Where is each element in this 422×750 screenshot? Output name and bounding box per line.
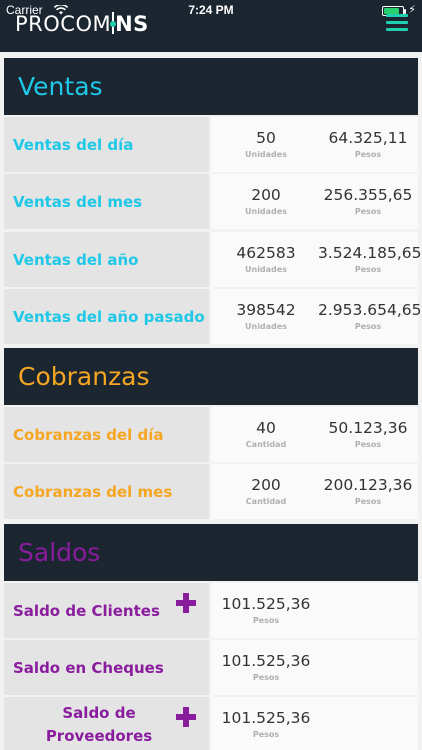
cobranzas-row-mes[interactable]: Cobranzas del mes 200 Cantidad 200.123,36… xyxy=(4,464,418,519)
row-label: Cobranzas del mes xyxy=(13,482,173,501)
hamburger-menu-icon[interactable] xyxy=(386,14,408,36)
row-label: Ventas del día xyxy=(13,135,134,154)
row-label: Saldo en Cheques xyxy=(13,658,164,677)
logo-separator xyxy=(110,12,117,34)
dashboard-content: Ventas Ventas del día 50 Unidades 64.325,… xyxy=(0,52,422,750)
ventas-row-dia[interactable]: Ventas del día 50 Unidades 64.325,11 Pesos xyxy=(4,117,418,172)
qty-value: 40 Cantidad xyxy=(245,419,287,449)
row-label: Ventas del mes xyxy=(13,192,143,211)
logo-text-light: PROCOM xyxy=(15,12,112,36)
qty-value: 200 Unidades xyxy=(245,186,287,216)
cobranzas-title: Cobranzas xyxy=(18,362,150,391)
add-clientes-plus-icon[interactable] xyxy=(176,593,196,613)
amount-value: 256.355,65 Pesos xyxy=(323,186,413,216)
app-logo: PROCOM NS xyxy=(15,12,149,36)
qty-value: 200 Cantidad xyxy=(245,476,287,506)
row-label: Ventas del año xyxy=(13,250,139,269)
amount-value: 64.325,11 Pesos xyxy=(328,129,408,159)
ventas-section-header: Ventas xyxy=(4,58,418,115)
ventas-row-mes[interactable]: Ventas del mes 200 Unidades 256.355,65 Pes… xyxy=(4,174,418,229)
row-label: Saldo de Clientes xyxy=(13,601,160,620)
saldos-row-clientes[interactable]: Saldo de Clientes 101.525,36 Pesos xyxy=(4,583,418,638)
amount-value: 50.123,36 Pesos xyxy=(328,419,408,449)
add-proveedores-plus-icon[interactable] xyxy=(176,707,196,727)
qty-value: 398542 Unidades xyxy=(236,301,296,331)
saldos-row-proveedores[interactable]: Saldo de Proveedores 101.525,36 Pesos xyxy=(4,697,418,750)
logo-text-bold: NS xyxy=(115,12,149,36)
amount-value: 200.123,36 Pesos xyxy=(323,476,413,506)
amount-value: 101.525,36 Pesos xyxy=(221,595,311,625)
saldos-row-cheques[interactable]: Saldo en Cheques 101.525,36 Pesos xyxy=(4,640,418,695)
cobranzas-section-header: Cobranzas xyxy=(4,348,418,405)
ventas-row-anio-pasado[interactable]: Ventas del año pasado 398542 Unidades 2.9… xyxy=(4,289,422,344)
saldos-title: Saldos xyxy=(18,538,101,567)
amount-value: 3.524.185,65 Pesos xyxy=(318,244,422,274)
amount-value: 101.525,36 Pesos xyxy=(221,709,311,739)
cobranzas-row-dia[interactable]: Cobranzas del día 40 Cantidad 50.123,36 Pe… xyxy=(4,407,418,462)
saldos-section-header: Saldos xyxy=(4,524,418,581)
amount-value: 101.525,36 Pesos xyxy=(221,652,311,682)
amount-value: 2.953.654,65 Pesos xyxy=(318,301,422,331)
charging-icon: ⚡ xyxy=(408,3,416,16)
ventas-row-anio[interactable]: Ventas del año 462583 Unidades 3.524.185,… xyxy=(4,232,422,287)
row-label: Saldo de Proveedores xyxy=(45,703,153,745)
qty-value: 50 Unidades xyxy=(245,129,287,159)
row-label: Ventas del año pasado xyxy=(13,307,205,326)
top-bar: Carrier 7:24 PM ⚡ PROCOM NS xyxy=(0,0,422,52)
row-label: Cobranzas del día xyxy=(13,425,164,444)
qty-value: 462583 Unidades xyxy=(236,244,296,274)
ventas-title: Ventas xyxy=(18,72,103,101)
